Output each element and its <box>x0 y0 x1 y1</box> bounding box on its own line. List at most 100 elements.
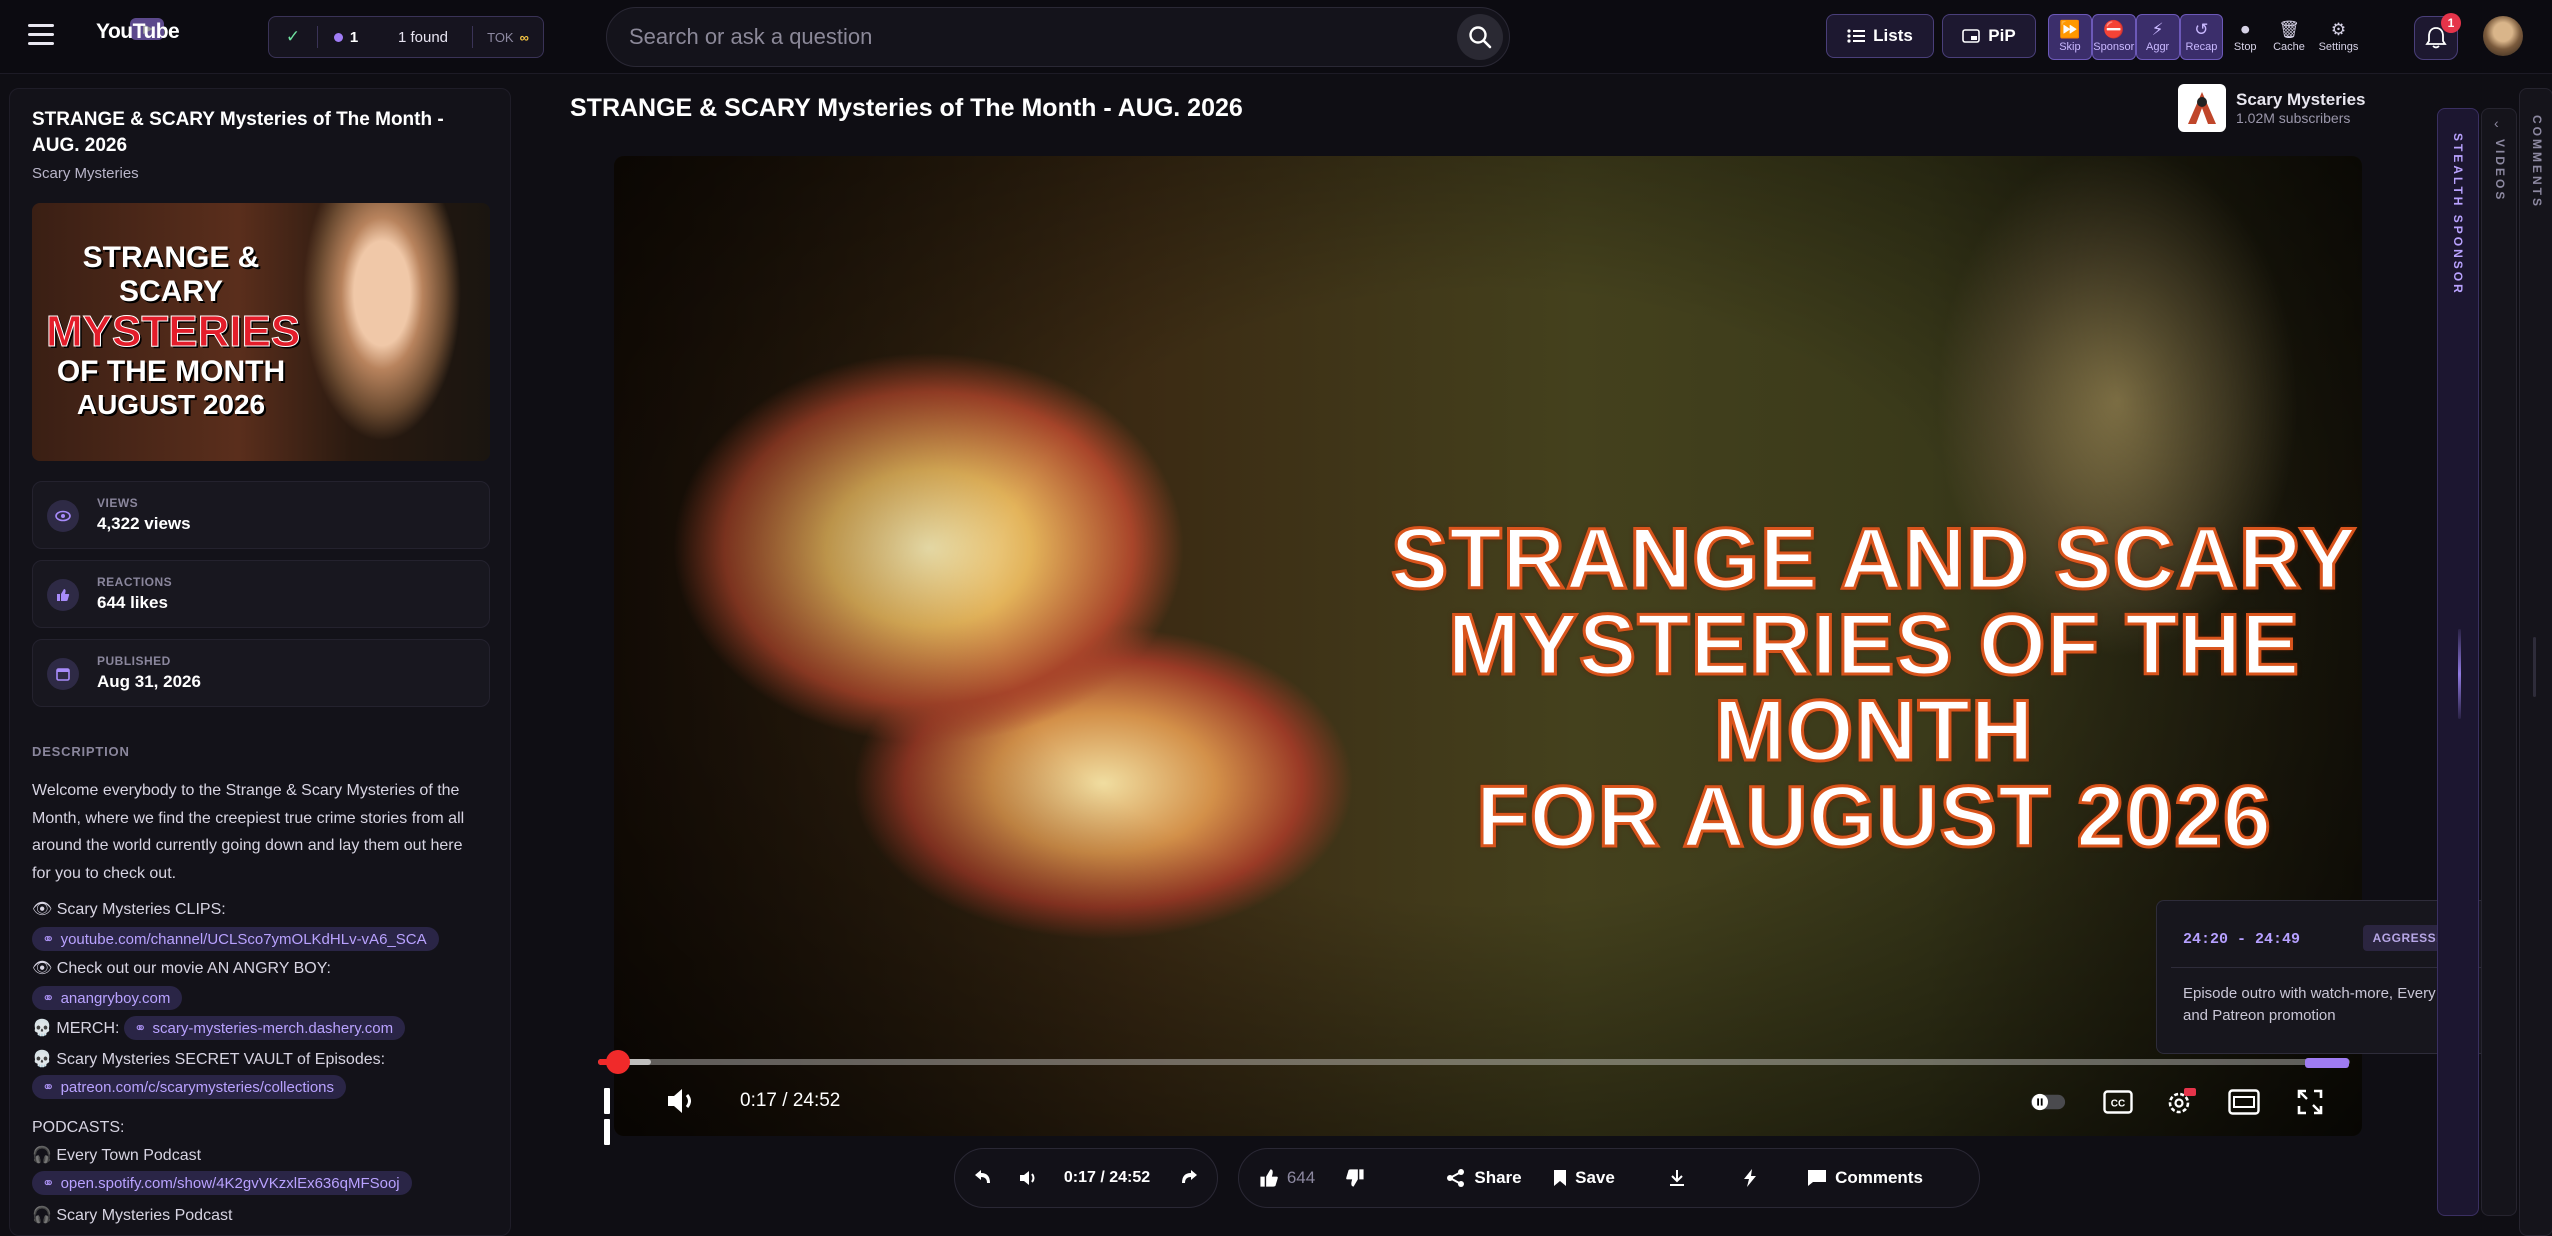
save-button[interactable]: Save <box>1539 1148 1629 1208</box>
description-link[interactable]: ⚭ scary-mysteries-merch.dashery.com <box>123 1016 406 1040</box>
video-player[interactable]: STRANGE AND SCARY MYSTERIES OF THE MONTH… <box>614 156 2362 1136</box>
video-info-sidebar: STRANGE & SCARY Mysteries of The Month -… <box>9 88 511 1236</box>
captions-button[interactable]: CC <box>2100 1086 2136 1118</box>
thumbs-down-icon <box>1346 1169 1364 1187</box>
description-link[interactable]: ⚭ anangryboy.com <box>32 986 183 1010</box>
status-found: 1 found <box>397 28 449 46</box>
description-link[interactable]: ⚭ youtube.com/channel/UCLSco7ymOLKdHLv-vA… <box>32 927 439 951</box>
search-icon <box>1469 26 1492 49</box>
description-link[interactable]: ⚭ open.spotify.com/show/4K2gvVKzxlEx636qM… <box>32 1171 412 1195</box>
description-line: 💀 Scary Mysteries SECRET VAULT of Episod… <box>32 1051 386 1068</box>
download-icon <box>1670 1170 1684 1186</box>
link-icon: ⚭ <box>42 990 55 1007</box>
trash-icon: 🗑 <box>2278 20 2300 39</box>
notifications-button[interactable]: 1 <box>2414 13 2461 60</box>
video-overlay-text: STRANGE AND SCARY MYSTERIES OF THE MONTH… <box>1389 511 2358 865</box>
search-input[interactable] <box>629 8 1449 66</box>
progress-knob[interactable] <box>606 1050 630 1074</box>
calendar-icon <box>47 658 79 690</box>
chevron-left-icon[interactable]: ‹ <box>2494 115 2499 131</box>
bookmark-icon <box>1554 1170 1567 1186</box>
cc-icon: CC <box>2103 1090 2133 1114</box>
like-button[interactable]: 644 <box>1249 1148 1325 1208</box>
extension-status[interactable]: ✓ 1 1 found TOK ∞ <box>268 16 544 58</box>
theater-mode-button[interactable] <box>2226 1086 2262 1118</box>
description-line: 🎧 Every Town Podcast <box>32 1147 202 1164</box>
comments-panel-tab[interactable]: COMMENTS <box>2519 88 2552 1236</box>
logo-text: YouTube <box>96 20 180 43</box>
fullscreen-button[interactable] <box>2292 1086 2328 1118</box>
sidebar-channel-name[interactable]: Scary Mysteries <box>32 165 139 182</box>
description-line: PODCASTS: <box>32 1119 125 1136</box>
description-line: 🎧 Scary Mysteries Podcast <box>32 1207 233 1224</box>
link-icon: ⚭ <box>42 931 55 948</box>
autoplay-toggle[interactable] <box>2030 1086 2066 1118</box>
channel-avatar[interactable] <box>2178 84 2226 132</box>
toolbar-tools: ⏩ Skip ⛔ Sponsor ⚡ Aggr ↺ Recap ⏺ Stop 🗑 Cache… <box>2048 14 2366 60</box>
comments-button[interactable]: Comments <box>1795 1148 1935 1208</box>
description-line: 👁 Check out our movie AN ANGRY BOY: <box>32 960 331 977</box>
segment-description: Episode outro with watch-more, Every Tow… <box>2183 985 2479 1024</box>
volume-button[interactable] <box>666 1086 700 1116</box>
pip-button[interactable]: PiP <box>1942 14 2036 58</box>
forward-button[interactable] <box>1167 1148 1211 1208</box>
theater-icon <box>2228 1089 2260 1115</box>
pip-label: PiP <box>1988 26 2016 45</box>
dislike-button[interactable] <box>1325 1148 1385 1208</box>
pause-button[interactable] <box>604 1088 626 1145</box>
videos-label: VIDEOS <box>2493 139 2507 203</box>
volume-icon <box>668 1089 691 1113</box>
settings-button[interactable]: ⚙ Settings <box>2311 14 2366 60</box>
reactions-stat: REACTIONS 644 likes <box>32 560 490 628</box>
search-box <box>606 7 1510 67</box>
channel-name[interactable]: Scary Mysteries <box>2236 90 2365 110</box>
lightning-icon: ⚡ <box>2151 20 2164 39</box>
link-icon: ⚭ <box>42 1079 55 1096</box>
rewind-button[interactable] <box>955 1148 1011 1208</box>
stealth-sponsor-panel-tab[interactable]: STEALTH SPONSOR <box>2437 108 2479 1216</box>
download-button[interactable] <box>1639 1148 1715 1208</box>
cache-button[interactable]: 🗑 Cache <box>2267 14 2311 60</box>
player-time: 0:17 / 24:52 <box>740 1090 841 1111</box>
token-status: TOK ∞ <box>487 29 529 45</box>
status-dot-icon <box>333 32 343 42</box>
menu-icon[interactable] <box>28 24 54 46</box>
rewind-icon <box>975 1170 990 1183</box>
check-icon: ✓ <box>285 27 301 46</box>
rail-grip[interactable] <box>2458 629 2461 719</box>
thumbnail-text: STRANGE & SCARY MYSTERIES OF THE MONTH A… <box>46 241 301 420</box>
rail-grip[interactable] <box>2533 637 2536 697</box>
stop-button[interactable]: ⏺ Stop <box>2223 14 2267 60</box>
recap-button[interactable]: ↺ Recap <box>2179 14 2224 60</box>
link-icon: ⚭ <box>133 1020 147 1037</box>
channel-badge[interactable]: Scary Mysteries 1.02M subscribers <box>2178 84 2468 134</box>
sponsor-segment-marker[interactable] <box>2305 1058 2349 1068</box>
app-logo[interactable]: YouTube <box>96 18 180 44</box>
sponsor-button[interactable]: ⛔ Sponsor <box>2091 14 2136 60</box>
share-button[interactable]: Share <box>1429 1148 1539 1208</box>
action-bar: 644 Share Save Comments <box>1238 1148 1980 1208</box>
videos-panel-tab[interactable]: ‹ VIDEOS <box>2481 108 2517 1216</box>
search-button[interactable] <box>1457 14 1503 60</box>
mini-volume-button[interactable] <box>1011 1148 1047 1208</box>
channel-subscribers: 1.02M subscribers <box>2236 110 2351 126</box>
stop-icon: ⏺ <box>2241 20 2250 39</box>
skip-button[interactable]: ⏩ Skip <box>2048 14 2092 60</box>
progress-track <box>598 1059 2350 1065</box>
forward-icon <box>1182 1170 1197 1183</box>
settings-gear-button[interactable] <box>2162 1086 2198 1118</box>
progress-bar[interactable] <box>598 1050 2350 1074</box>
user-avatar[interactable] <box>2483 16 2523 56</box>
aggressive-button[interactable]: ⚡ Aggr <box>2135 14 2180 60</box>
description-text: Welcome everybody to the Strange & Scary… <box>32 782 465 882</box>
views-stat: VIEWS 4,322 views <box>32 481 490 549</box>
stealth-sponsor-label: STEALTH SPONSOR <box>2451 133 2465 296</box>
video-thumbnail[interactable]: STRANGE & SCARY MYSTERIES OF THE MONTH A… <box>32 203 490 461</box>
top-bar: YouTube ✓ 1 1 found TOK∞ Lists PiP ⏩Skip… <box>0 0 2552 74</box>
sponsor-icon: ⛔ <box>2103 20 2125 39</box>
published-stat: PUBLISHED Aug 31, 2026 <box>32 639 490 707</box>
fullscreen-icon <box>2297 1089 2323 1115</box>
lists-button[interactable]: Lists <box>1826 14 1934 58</box>
quick-action-button[interactable] <box>1715 1148 1785 1208</box>
description-link[interactable]: ⚭ patreon.com/c/scarymysteries/collection… <box>32 1075 347 1099</box>
